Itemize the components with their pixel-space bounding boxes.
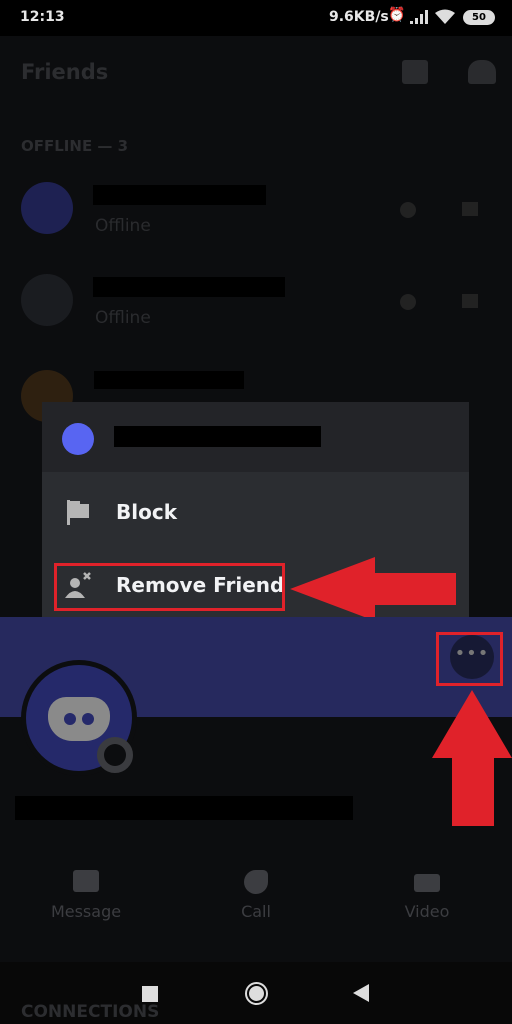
friend-row[interactable]: Offline bbox=[0, 180, 512, 240]
back-button[interactable] bbox=[353, 984, 369, 1002]
call-icon[interactable] bbox=[400, 294, 416, 310]
avatar bbox=[21, 274, 73, 326]
status-time: 12:13 bbox=[20, 9, 65, 25]
add-friend-icon[interactable] bbox=[468, 60, 496, 84]
annotation-box bbox=[436, 632, 503, 686]
alarm-icon: ⏰ bbox=[388, 7, 406, 23]
menu-item-label: Block bbox=[116, 500, 177, 524]
friend-status: Offline bbox=[95, 308, 151, 328]
avatar bbox=[21, 182, 73, 234]
redacted-username bbox=[15, 796, 353, 820]
friend-row[interactable]: Offline bbox=[0, 272, 512, 332]
discord-avatar-icon bbox=[62, 423, 94, 455]
annotation-arrow-left bbox=[290, 557, 456, 621]
action-label: Video bbox=[404, 902, 450, 921]
recents-button[interactable] bbox=[142, 986, 158, 1002]
message-button[interactable]: Message bbox=[26, 870, 146, 921]
home-button[interactable] bbox=[245, 982, 268, 1005]
call-icon[interactable] bbox=[400, 202, 416, 218]
action-label: Message bbox=[50, 902, 122, 921]
message-icon[interactable] bbox=[462, 294, 478, 308]
annotation-arrow-up bbox=[432, 690, 512, 826]
menu-header bbox=[42, 402, 469, 472]
friend-row[interactable] bbox=[0, 366, 512, 422]
message-icon[interactable] bbox=[462, 202, 478, 216]
video-button[interactable]: Video bbox=[367, 870, 487, 921]
section-header: OFFLINE — 3 bbox=[21, 137, 129, 155]
profile-avatar bbox=[21, 660, 137, 776]
connections-header: CONNECTIONS bbox=[21, 1002, 160, 1022]
android-nav-bar: CONNECTIONS bbox=[0, 962, 512, 1024]
offline-status-icon bbox=[97, 737, 133, 773]
wifi-icon bbox=[435, 9, 455, 24]
menu-item-block[interactable]: Block bbox=[42, 480, 469, 544]
flag-icon bbox=[67, 500, 89, 525]
message-icon bbox=[73, 870, 99, 892]
video-icon bbox=[414, 874, 440, 892]
signal-icon bbox=[410, 10, 428, 24]
battery-icon: 50 bbox=[463, 10, 495, 25]
page-title: Friends bbox=[21, 60, 109, 84]
action-label: Call bbox=[241, 902, 271, 921]
annotation-box bbox=[54, 563, 285, 611]
call-icon bbox=[244, 870, 268, 894]
redacted-username bbox=[93, 185, 266, 205]
redacted-username bbox=[93, 277, 285, 297]
redacted-username bbox=[94, 371, 244, 389]
new-group-dm-icon[interactable] bbox=[402, 60, 428, 84]
friend-status: Offline bbox=[95, 216, 151, 236]
status-bar: 12:13 9.6KB/s ⏰ 50 bbox=[0, 0, 512, 36]
call-button[interactable]: Call bbox=[196, 870, 316, 921]
redacted-username bbox=[114, 426, 321, 447]
net-speed: 9.6KB/s bbox=[329, 9, 389, 25]
